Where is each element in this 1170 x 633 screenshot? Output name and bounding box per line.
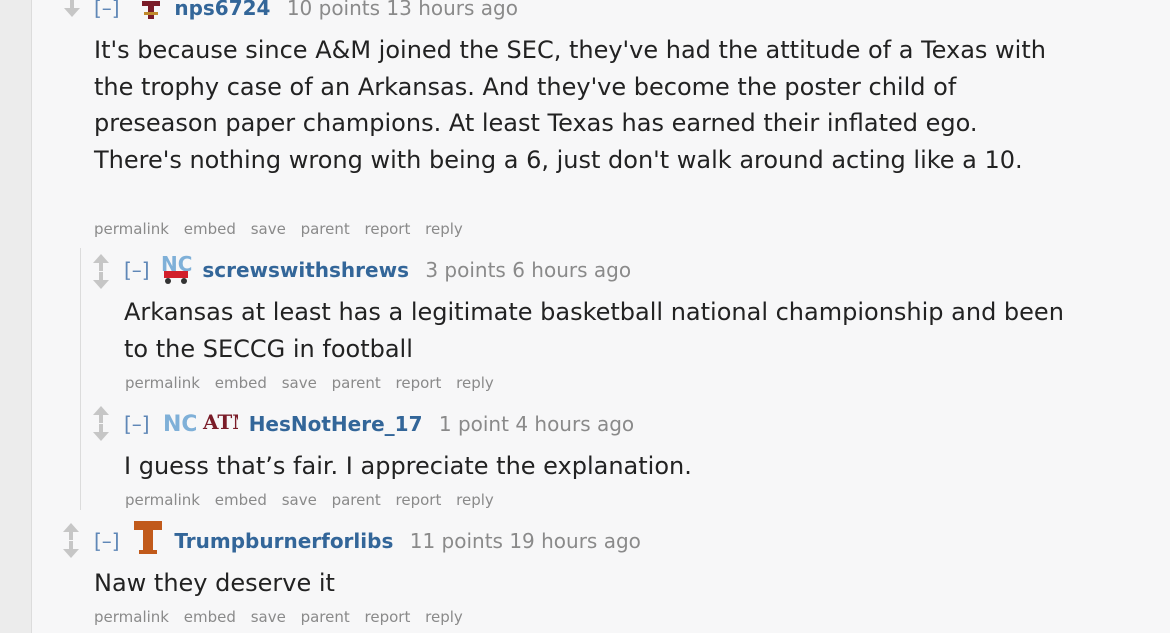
comment-time: 19 hours ago [509, 529, 641, 553]
comment-author[interactable]: screwswithshrews [202, 258, 409, 282]
comment-body: Arkansas at least has a legitimate baske… [124, 298, 1064, 363]
comment-buttons: permalink embed save parent report reply [125, 374, 504, 392]
parent-link[interactable]: parent [301, 608, 350, 626]
parent-link[interactable]: parent [332, 491, 381, 509]
save-link[interactable]: save [251, 608, 286, 626]
report-link[interactable]: report [396, 491, 442, 509]
permalink-link[interactable]: permalink [94, 608, 169, 626]
collapse-toggle[interactable]: [–] [124, 412, 150, 436]
comment-buttons: permalink embed save parent report reply [94, 220, 473, 238]
texas-am-flair-icon [141, 0, 160, 19]
downvote-arrow-icon[interactable] [61, 0, 83, 18]
comment-score: 11 points [409, 529, 503, 553]
downvote-arrow-icon[interactable] [60, 541, 82, 559]
comment-author[interactable]: nps6724 [174, 0, 270, 20]
permalink-link[interactable]: permalink [94, 220, 169, 238]
comment-author[interactable]: Trumpburnerforlibs [174, 529, 393, 553]
comment-screwswithshrews: [–] NC screwswithshrews 3 points 6 hours… [0, 248, 1170, 398]
permalink-link[interactable]: permalink [125, 491, 200, 509]
reply-link[interactable]: reply [425, 608, 463, 626]
comment-buttons: permalink embed save parent report reply [94, 608, 473, 626]
comment-body: Naw they deserve it [94, 569, 335, 597]
comment-hesnothere-17: [–] NC ATM HesNotHere_17 1 point 4 hours… [0, 400, 1170, 515]
comment-body: I guess that’s fair. I appreciate the ex… [124, 452, 692, 480]
comment-tagline: [–] NC ATM HesNotHere_17 1 point 4 hours… [124, 410, 635, 437]
svg-text:ATM: ATM [202, 410, 238, 434]
collapse-toggle[interactable]: [–] [124, 258, 150, 282]
texas-longhorns-flair-icon [133, 520, 162, 554]
collapse-toggle[interactable]: [–] [94, 0, 120, 20]
upvote-arrow-icon[interactable] [60, 523, 82, 541]
embed-link[interactable]: embed [215, 491, 267, 509]
report-link[interactable]: report [365, 220, 411, 238]
north-carolina-flair-icon: NC [163, 412, 196, 437]
upvote-arrow-icon[interactable] [90, 254, 112, 272]
save-link[interactable]: save [251, 220, 286, 238]
svg-text:NC: NC [163, 412, 196, 437]
reply-link[interactable]: reply [456, 374, 494, 392]
comment-nps6724: [–] nps6724 10 points 13 hours ago It's … [0, 0, 1170, 240]
comment-score: 10 points [286, 0, 381, 20]
embed-link[interactable]: embed [215, 374, 267, 392]
comment-body: It's because since A&M joined the SEC, t… [94, 36, 1046, 174]
comment-time: 6 hours ago [512, 258, 632, 282]
comment-trumpburnerforlibs: [–] Trumpburnerforlibs 11 points 19 hour… [0, 515, 1170, 633]
comment-buttons: permalink embed save parent report reply [125, 491, 504, 509]
comment-score: 1 point [438, 412, 509, 436]
downvote-arrow-icon[interactable] [90, 424, 112, 442]
parent-link[interactable]: parent [332, 374, 381, 392]
save-link[interactable]: save [282, 491, 317, 509]
comment-author[interactable]: HesNotHere_17 [249, 412, 423, 436]
save-link[interactable]: save [282, 374, 317, 392]
permalink-link[interactable]: permalink [125, 374, 200, 392]
report-link[interactable]: report [365, 608, 411, 626]
report-link[interactable]: report [396, 374, 442, 392]
comment-time: 13 hours ago [386, 0, 518, 20]
upvote-arrow-icon[interactable] [90, 406, 112, 424]
collapse-toggle[interactable]: [–] [94, 529, 120, 553]
comment-score: 3 points [425, 258, 506, 282]
texas-am-flair-icon: ATM [202, 410, 238, 434]
embed-link[interactable]: embed [184, 608, 236, 626]
comment-tagline: [–] NC screwswithshrews 3 points 6 hours… [124, 253, 632, 285]
parent-link[interactable]: parent [301, 220, 350, 238]
embed-link[interactable]: embed [184, 220, 236, 238]
comment-tagline: [–] Trumpburnerforlibs 11 points 19 hour… [94, 520, 641, 556]
reply-link[interactable]: reply [456, 491, 494, 509]
comment-tagline: [–] nps6724 10 points 13 hours ago [94, 0, 518, 21]
downvote-arrow-icon[interactable] [90, 272, 112, 290]
comment-time: 4 hours ago [515, 412, 635, 436]
reply-link[interactable]: reply [425, 220, 463, 238]
north-carolina-wagon-flair-icon: NC [161, 253, 192, 284]
